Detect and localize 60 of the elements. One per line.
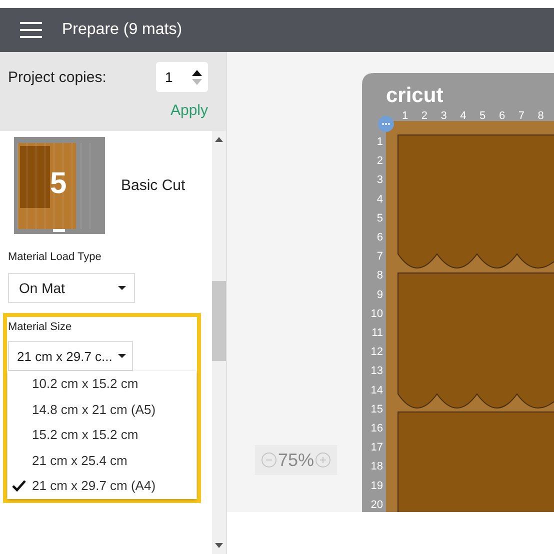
project-copies-label: Project copies: [8, 68, 106, 86]
option-label: 21 cm x 25.4 cm [32, 452, 128, 468]
ruler-number: 18 [370, 460, 383, 473]
ruler-number: 4 [376, 193, 383, 206]
ruler-number: 1 [376, 136, 383, 148]
option-label: 10.2 cm x 15.2 cm [32, 376, 138, 392]
increment-icon[interactable] [192, 70, 202, 76]
ruler-number: 6 [376, 232, 383, 244]
mat-logo: cricut [386, 84, 444, 107]
ruler-number: 11 [372, 327, 383, 339]
ruler-number: 1 [402, 110, 408, 122]
more-icon[interactable] [378, 116, 394, 132]
caret-icon [118, 286, 126, 290]
load-type-label: Material Load Type [8, 251, 102, 263]
ruler-number: 4 [460, 110, 466, 122]
ruler-number: 19 [370, 480, 383, 492]
menu-icon[interactable] [20, 22, 42, 38]
scalloped-shape[interactable] [398, 134, 554, 268]
mat-name: Basic Cut [121, 177, 186, 194]
ruler-number: 2 [421, 110, 428, 122]
load-type-dropdown[interactable]: On Mat [8, 273, 135, 303]
ruler-number: 17 [370, 442, 383, 454]
option-label: 14.8 cm x 21 cm (A5) [32, 402, 156, 417]
ruler-number: 5 [376, 212, 383, 224]
size-option[interactable]: 15.2 cm x 15.2 cm [8, 422, 196, 448]
scrollbar[interactable] [212, 131, 226, 554]
ruler-number: 14 [370, 384, 383, 396]
page-title: Prepare (9 mats) [62, 21, 182, 39]
ruler-number: 20 [370, 498, 383, 511]
ruler-number: 7 [518, 110, 524, 122]
zoom-out-icon[interactable] [260, 452, 277, 468]
ruler-number: 16 [370, 422, 383, 434]
scalloped-shape[interactable] [398, 272, 554, 408]
zoom-level: 75% [278, 450, 314, 470]
size-option[interactable]: 14.8 cm x 21 cm (A5) [8, 396, 196, 422]
size-option[interactable]: 10.2 cm x 15.2 cm [8, 371, 196, 396]
material-size-label: Material Size [8, 321, 73, 333]
option-label: 15.2 cm x 15.2 cm [32, 427, 138, 442]
mat-thumbnail[interactable] [14, 137, 105, 234]
ruler-number: 6 [498, 110, 506, 122]
zoom-in-icon[interactable] [315, 452, 332, 468]
ruler-number: 8 [376, 270, 383, 282]
size-option[interactable]: 21 cm x 29.7 cm (A4) [8, 473, 196, 498]
copies-stepper[interactable]: 1 [156, 62, 208, 92]
ruler-number: 15 [370, 403, 383, 416]
ruler-number: 12 [370, 346, 383, 358]
ruler-number: 9 [376, 288, 383, 301]
option-label: 21 cm x 29.7 cm (A4) [32, 478, 156, 494]
caret-icon [118, 354, 126, 358]
ruler-number: 2 [376, 155, 383, 168]
size-option[interactable]: 21 cm x 25.4 cm [8, 448, 196, 473]
ruler-number: 5 [480, 110, 486, 122]
ruler-number: 3 [376, 174, 383, 186]
material-size-dropdown[interactable]: 21 cm x 29.7 c... [8, 341, 133, 371]
ruler-number: 10 [370, 308, 383, 320]
ruler-number: 7 [376, 250, 383, 263]
ruler-number: 13 [370, 365, 383, 378]
mat-number: 5 [50, 167, 67, 201]
ruler-number: 3 [440, 110, 447, 122]
ruler-number: 8 [538, 110, 544, 122]
